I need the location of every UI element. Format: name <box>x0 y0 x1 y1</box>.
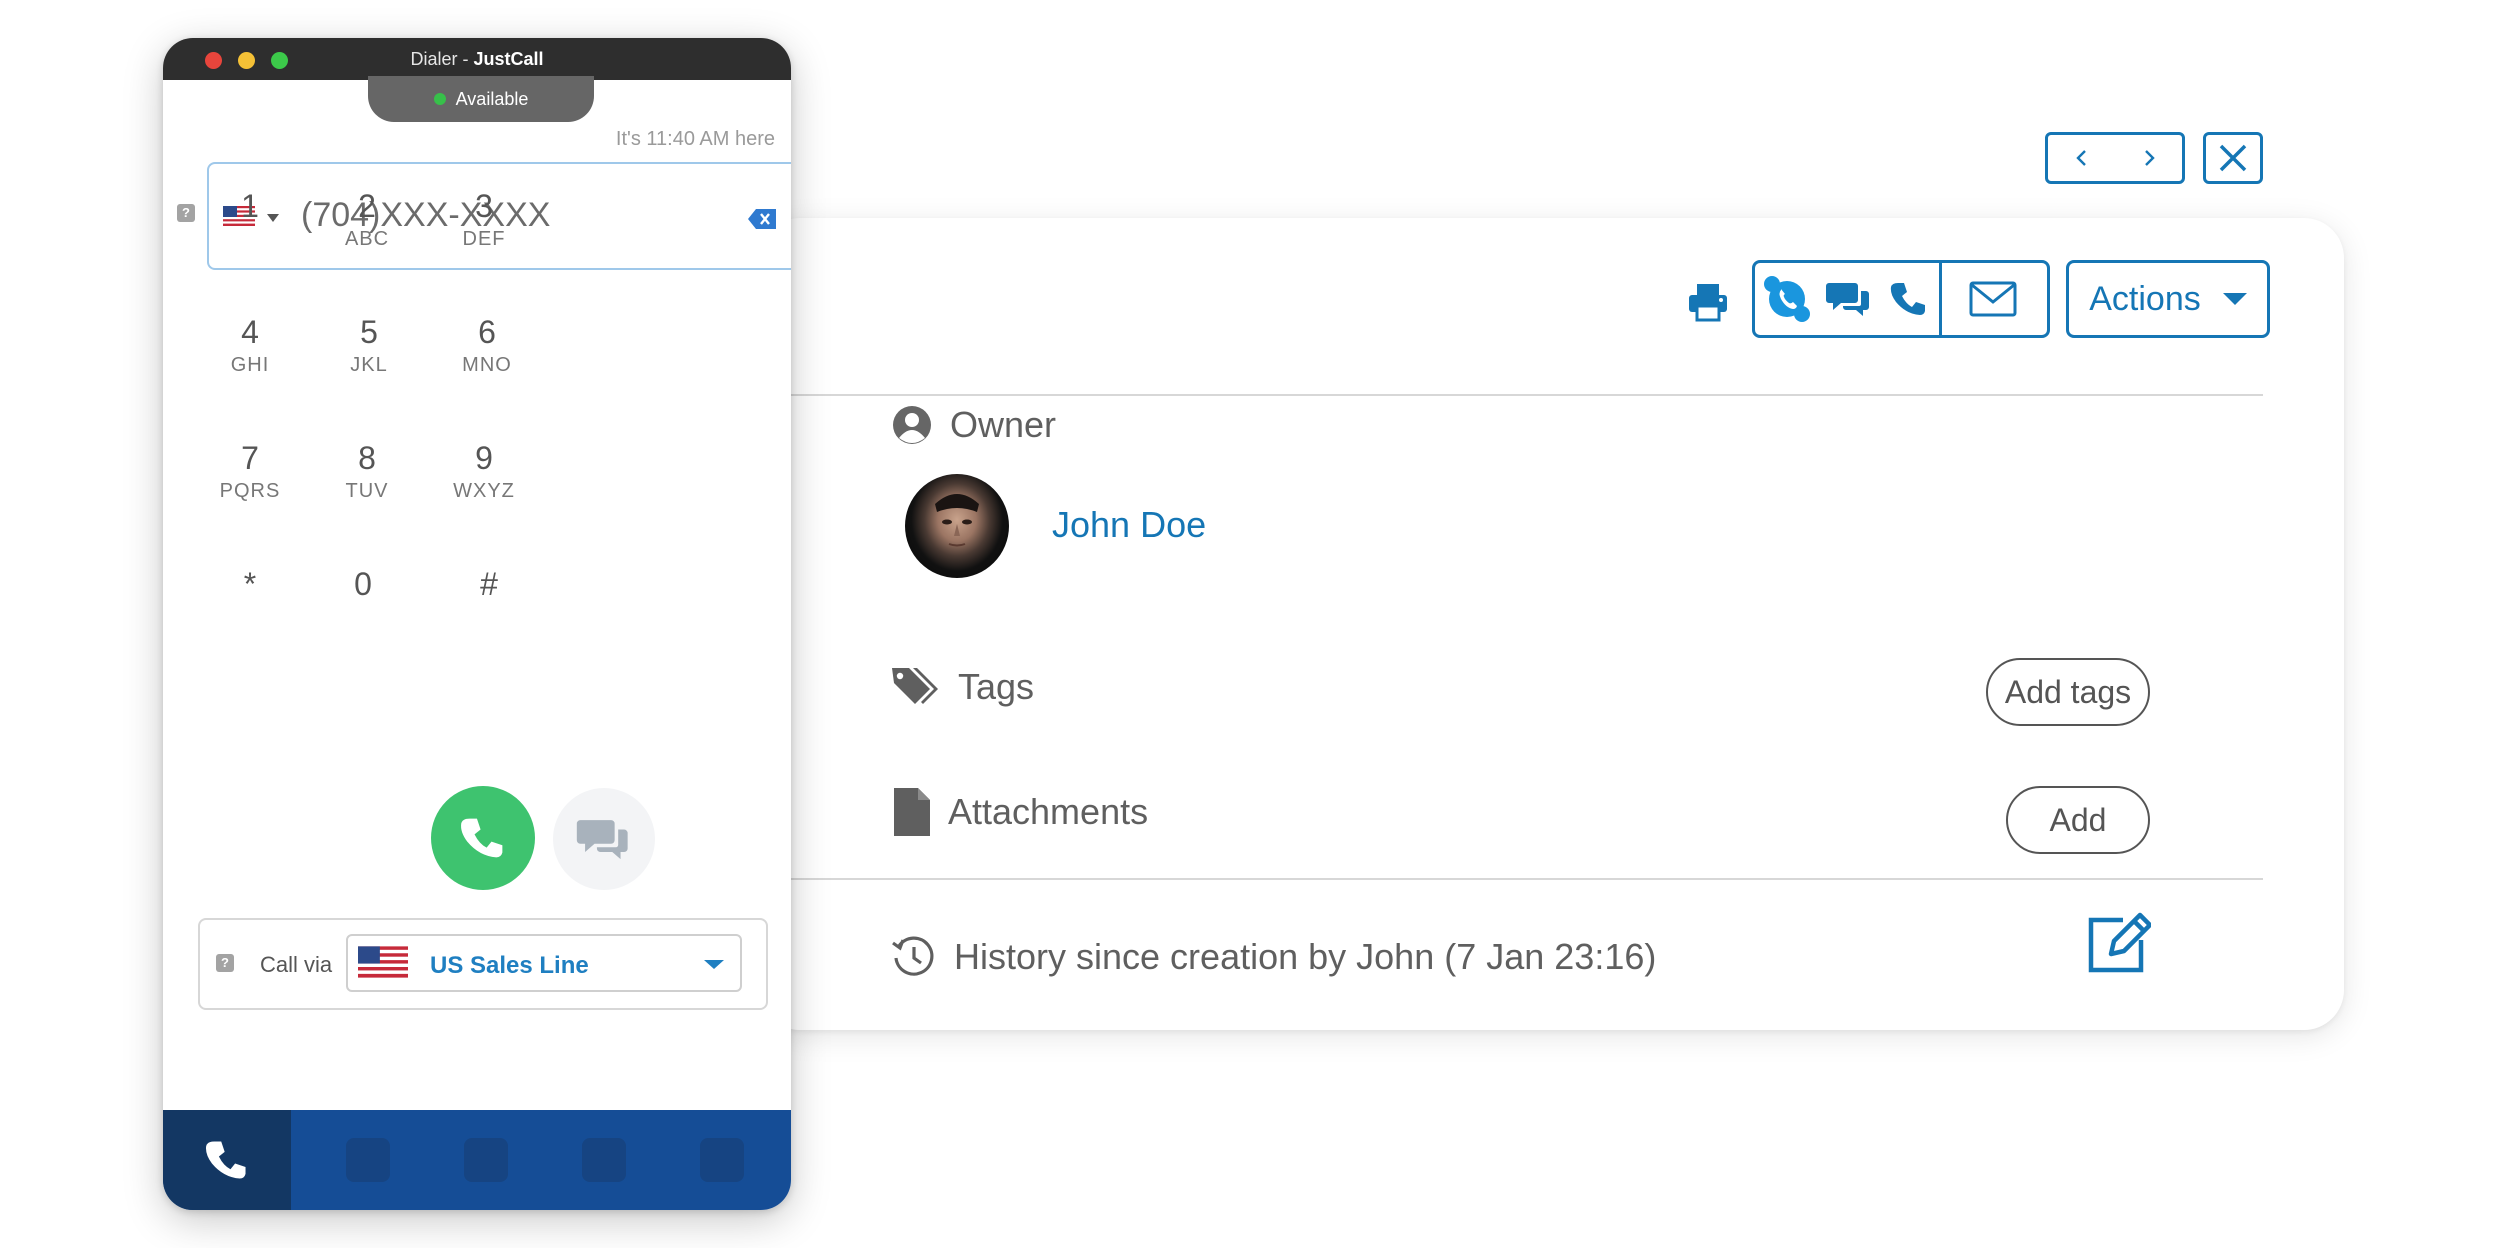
caret-down-icon <box>2222 293 2247 305</box>
tags-label-text: Tags <box>958 666 1035 707</box>
section-divider <box>760 878 2263 880</box>
attachments-label-text: Attachments <box>948 791 1149 832</box>
edit-icon[interactable] <box>2085 912 2151 976</box>
status-dot-icon <box>433 93 446 105</box>
owner-section-label: Owner <box>892 404 1056 446</box>
key-letters: WXYZ <box>453 480 515 502</box>
keypad-key-3[interactable]: 3 DEF <box>414 186 554 286</box>
chevron-left-icon <box>2075 150 2086 166</box>
file-icon <box>894 788 930 836</box>
actions-label: Actions <box>2089 279 2201 318</box>
window-title-prefix: Dialer - <box>410 49 474 69</box>
close-record-button[interactable] <box>2203 132 2263 184</box>
keypad-key-0[interactable]: 0 <box>293 564 433 664</box>
selected-line-name: US Sales Line <box>430 952 589 979</box>
next-record-button[interactable] <box>2129 138 2169 178</box>
email-button[interactable] <box>1942 263 2044 335</box>
tag-icon <box>892 668 938 704</box>
phone-icon <box>461 818 503 858</box>
line-select-dropdown[interactable]: US Sales Line <box>346 934 742 992</box>
chat-button[interactable] <box>1819 263 1879 335</box>
actions-dropdown[interactable]: Actions <box>2066 260 2270 338</box>
us-flag-icon <box>358 946 408 978</box>
phone-icon <box>1890 283 1925 315</box>
chat-icon <box>1826 283 1869 316</box>
user-circle-icon <box>893 406 931 444</box>
key-digit: 9 <box>475 440 493 476</box>
key-digit: 3 <box>475 188 493 224</box>
key-letters: DEF <box>462 228 506 250</box>
nav-tab-placeholder[interactable] <box>464 1138 508 1182</box>
close-icon <box>2219 144 2247 172</box>
keypad-key-9[interactable]: 9 WXYZ <box>414 438 554 538</box>
availability-status[interactable]: Available <box>368 76 594 122</box>
nav-tab-placeholder[interactable] <box>700 1138 744 1182</box>
dialer-tab[interactable] <box>163 1110 291 1210</box>
call-via-label: Call via <box>260 952 333 977</box>
tags-section-label: Tags <box>890 664 1034 710</box>
bottom-navigation <box>163 1110 791 1210</box>
add-attachment-button[interactable]: Add <box>2006 786 2150 854</box>
record-card: Actions Owner John Doe Tags Add tags Att… <box>760 218 2344 1030</box>
nav-tab-placeholder[interactable] <box>346 1138 390 1182</box>
key-letters: MNO <box>462 354 512 376</box>
owner-name-link[interactable]: John Doe <box>1052 504 1206 546</box>
avatar <box>905 474 1009 578</box>
nav-tab-placeholder[interactable] <box>582 1138 626 1182</box>
history-section-label: History since creation by John (7 Jan 23… <box>890 934 1656 980</box>
add-tags-button[interactable]: Add tags <box>1986 658 2150 726</box>
owner-label-text: Owner <box>950 404 1057 445</box>
call-button[interactable] <box>431 786 535 890</box>
skype-icon <box>1764 276 1810 322</box>
chat-icon <box>576 820 628 860</box>
keypad-key-hash[interactable]: # <box>419 564 559 664</box>
keypad-key-6[interactable]: 6 MNO <box>417 312 557 412</box>
local-time: It's 11:40 AM here <box>615 128 775 150</box>
send-sms-button[interactable] <box>553 788 655 890</box>
previous-record-button[interactable] <box>2062 138 2102 178</box>
history-label-text: History since creation by John (7 Jan 23… <box>954 936 1657 977</box>
key-digit: 0 <box>354 566 372 602</box>
key-digit: # <box>480 566 498 602</box>
communication-buttons <box>1752 260 2050 338</box>
window-title-app: JustCall <box>473 49 544 69</box>
help-icon[interactable]: ? <box>216 954 234 972</box>
attachments-section-label: Attachments <box>894 788 1148 836</box>
dialer-window: Dialer - JustCall Available It's 11:40 A… <box>163 38 791 1210</box>
key-digit: 6 <box>478 314 496 350</box>
status-text: Available <box>455 88 529 109</box>
section-divider <box>760 394 2263 396</box>
phone-icon <box>205 1141 246 1179</box>
title-bar: Dialer - JustCall <box>163 38 791 80</box>
call-via-section: ? Call via US Sales Line <box>198 918 768 1010</box>
record-navigation <box>2045 132 2185 184</box>
envelope-icon <box>1969 281 2017 317</box>
history-icon <box>892 936 934 976</box>
chevron-right-icon <box>2144 150 2155 166</box>
backspace-icon[interactable] <box>747 208 777 230</box>
caret-down-icon <box>704 960 724 969</box>
window-title: Dialer - JustCall <box>163 49 791 70</box>
avatar-portrait <box>935 494 979 547</box>
phone-call-button[interactable] <box>1879 263 1939 335</box>
skype-call-button[interactable] <box>1755 263 1819 335</box>
printer-icon[interactable] <box>1684 278 1732 326</box>
